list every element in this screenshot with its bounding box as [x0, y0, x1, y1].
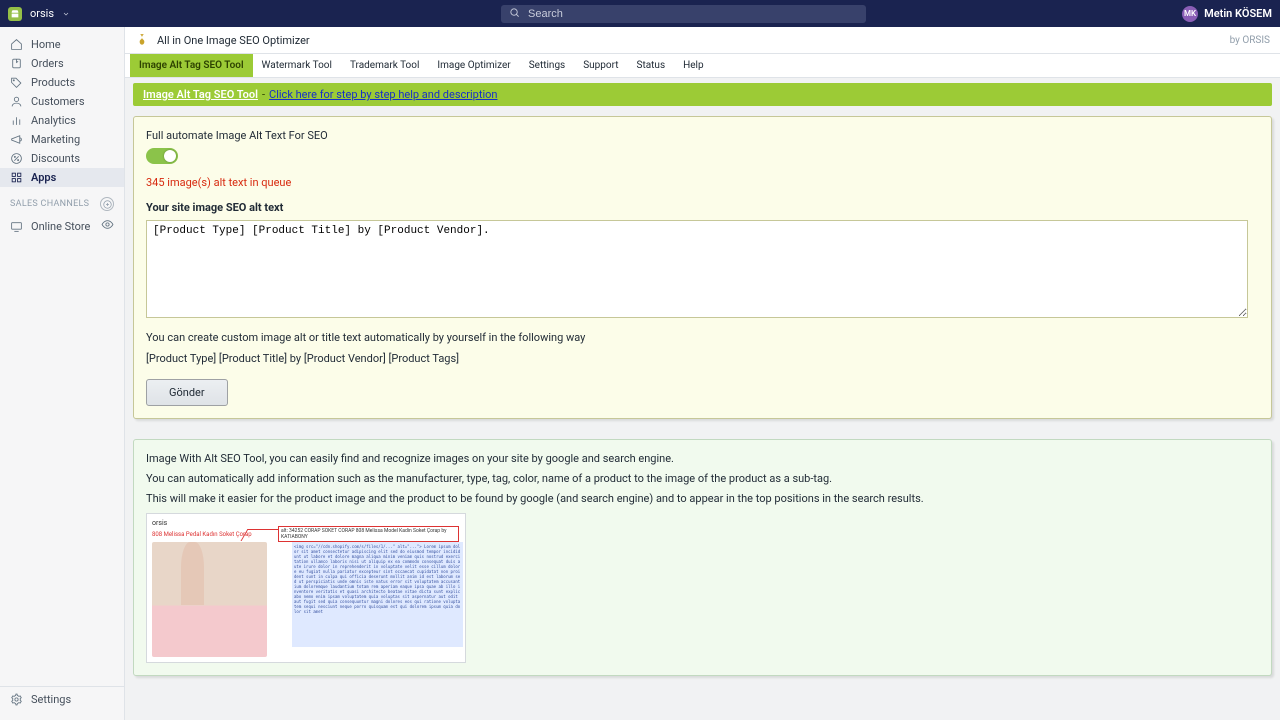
chevron-down-icon[interactable]	[62, 7, 70, 21]
sidebar-item-label: Products	[31, 76, 75, 89]
info-paragraph: Image With Alt SEO Tool, you can easily …	[146, 452, 1259, 465]
sidebar-item-label: Discounts	[31, 152, 80, 165]
sidebar-item-label: Marketing	[31, 133, 80, 146]
sidebar-item-label: Analytics	[31, 114, 76, 127]
alt-hint: You can create custom image alt or title…	[146, 331, 585, 344]
sidebar: Home Orders Products Customers Analytics…	[0, 27, 125, 720]
app-title: All in One Image SEO Optimizer	[157, 34, 310, 47]
user-name[interactable]: Metin KÖSEM	[1204, 7, 1272, 20]
sidebar-item-apps[interactable]: Apps	[0, 168, 124, 187]
demo-brand: orsis	[152, 519, 267, 527]
automate-toggle[interactable]	[146, 148, 178, 164]
sidebar-settings[interactable]: Settings	[0, 686, 124, 712]
sidebar-section-label: SALES CHANNELS	[10, 199, 89, 209]
alt-text-form: Full automate Image Alt Text For SEO 345…	[133, 116, 1272, 419]
tool-tabs: Image Alt Tag SEO Tool Watermark Tool Tr…	[125, 54, 1280, 78]
tab-help[interactable]: Help	[674, 54, 712, 77]
app-byline: by ORSIS	[1230, 35, 1270, 46]
alt-template-example: [Product Type] [Product Title] by [Produ…	[146, 352, 1259, 365]
tab-settings[interactable]: Settings	[520, 54, 575, 77]
sidebar-item-label: Apps	[31, 171, 56, 184]
tab-image-alt-tag[interactable]: Image Alt Tag SEO Tool	[130, 54, 253, 77]
search-icon	[509, 7, 520, 21]
banner-help-link[interactable]: Click here for step by step help and des…	[269, 88, 497, 101]
submit-button[interactable]: Gönder	[146, 379, 228, 406]
sidebar-item-products[interactable]: Products	[0, 73, 124, 92]
sidebar-channel-online-store[interactable]: Online Store	[0, 215, 124, 237]
sidebar-item-label: Customers	[31, 95, 85, 108]
sidebar-item-label: Home	[31, 38, 61, 51]
sidebar-item-discounts[interactable]: Discounts	[0, 149, 124, 168]
add-channel-button[interactable]	[100, 197, 114, 211]
sidebar-settings-label: Settings	[31, 693, 71, 706]
view-store-icon[interactable]	[101, 218, 114, 234]
search[interactable]	[501, 5, 866, 23]
avatar[interactable]: MK	[1182, 6, 1198, 22]
tab-watermark[interactable]: Watermark Tool	[253, 54, 341, 77]
info-card: Image With Alt SEO Tool, you can easily …	[133, 439, 1272, 676]
sidebar-item-analytics[interactable]: Analytics	[0, 111, 124, 130]
automate-toggle-label: Full automate Image Alt Text For SEO	[146, 129, 328, 142]
shop-logo-icon	[8, 7, 22, 21]
sidebar-channel-label: Online Store	[31, 220, 90, 233]
app-logo-icon	[135, 33, 149, 47]
alt-text-label: Your site image SEO alt text	[146, 201, 283, 214]
sidebar-item-orders[interactable]: Orders	[0, 54, 124, 73]
banner-separator: -	[262, 88, 265, 101]
sidebar-item-home[interactable]: Home	[0, 35, 124, 54]
search-input[interactable]	[526, 7, 858, 21]
info-paragraph: You can automatically add information su…	[146, 472, 1259, 485]
sidebar-item-customers[interactable]: Customers	[0, 92, 124, 111]
sidebar-item-label: Orders	[31, 57, 64, 70]
demo-screenshot: orsis 808 Melissa Pedal Kadın Soket Çora…	[146, 513, 466, 663]
banner-title: Image Alt Tag SEO Tool	[143, 88, 258, 101]
tab-support[interactable]: Support	[574, 54, 627, 77]
tab-status[interactable]: Status	[628, 54, 675, 77]
tab-trademark[interactable]: Trademark Tool	[341, 54, 428, 77]
info-paragraph: This will make it easier for the product…	[146, 492, 1259, 505]
alt-text-input[interactable]	[146, 220, 1248, 318]
queue-status: 345 image(s) alt text in queue	[146, 176, 1259, 189]
sidebar-item-marketing[interactable]: Marketing	[0, 130, 124, 149]
shop-name[interactable]: orsis	[30, 7, 54, 20]
tool-banner: Image Alt Tag SEO Tool - Click here for …	[133, 83, 1272, 106]
demo-alt-highlight: alt: 34252 CORAP SOKET CORAP 808 Melissa…	[278, 526, 459, 542]
tab-image-optimizer[interactable]: Image Optimizer	[428, 54, 519, 77]
